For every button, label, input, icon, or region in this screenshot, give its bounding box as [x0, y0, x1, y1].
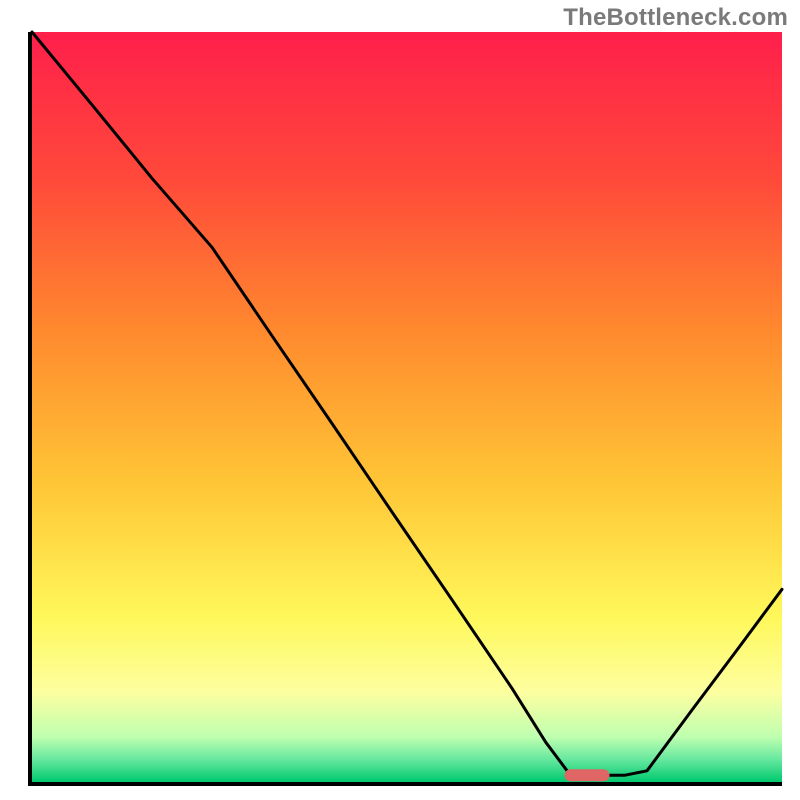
bottleneck-chart: TheBottleneck.com: [0, 0, 800, 800]
plot-background: [32, 32, 782, 782]
sweet-spot-marker: [565, 769, 610, 781]
chart-svg: [0, 0, 800, 800]
